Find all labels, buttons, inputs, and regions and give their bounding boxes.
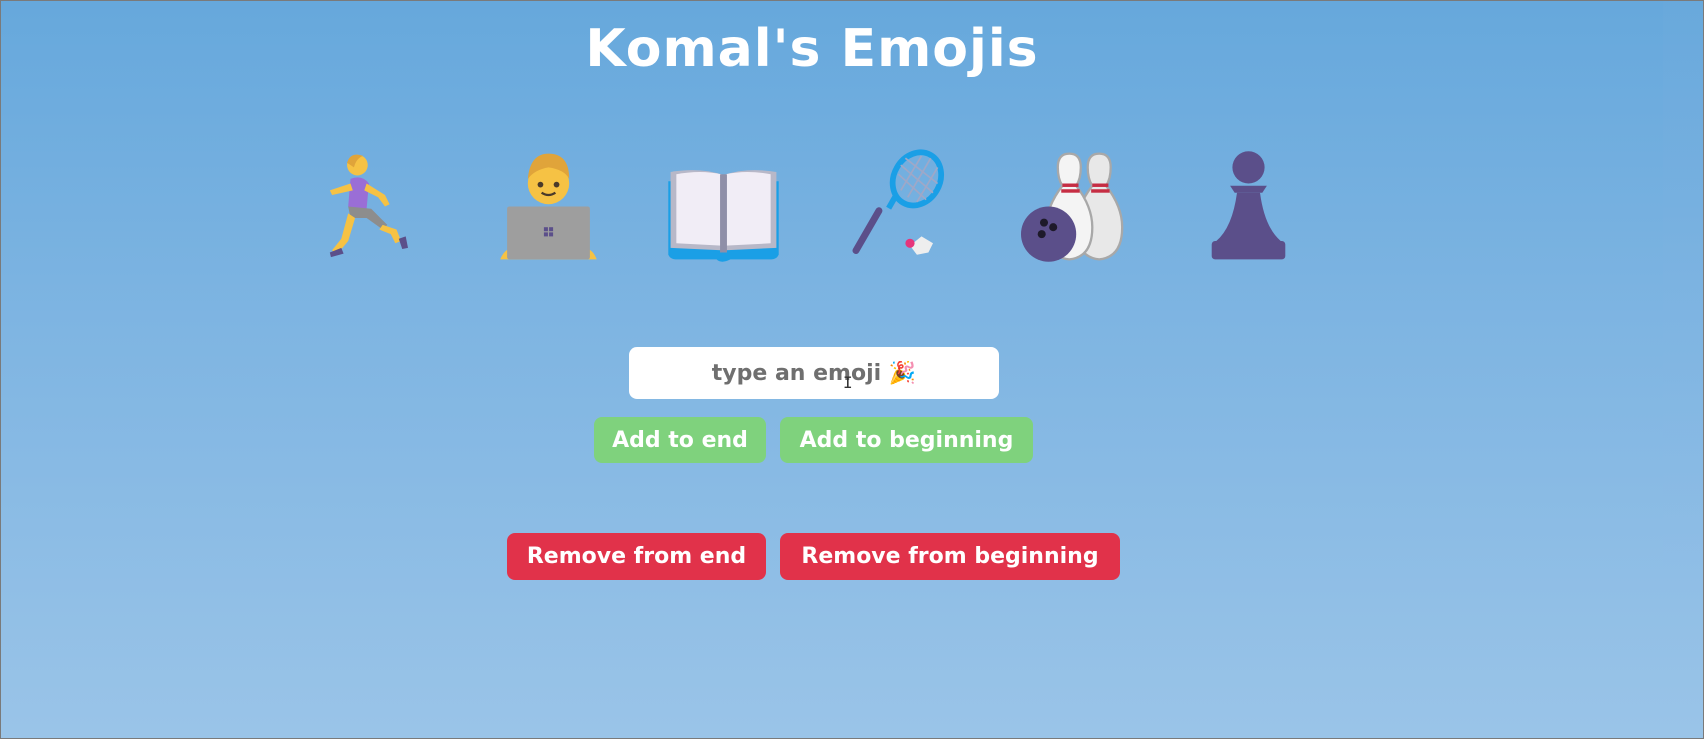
page-title: Komal's Emojis (585, 19, 1039, 79)
bowling-icon (1021, 149, 1136, 264)
emoji-input[interactable] (629, 347, 999, 399)
remove-from-beginning-button[interactable]: Remove from beginning (780, 533, 1120, 580)
background-strip (1663, 1, 1703, 566)
text-cursor-icon: I (843, 375, 853, 391)
man-technologist-icon (491, 149, 606, 264)
open-book-icon (666, 149, 781, 264)
emoji-list (301, 149, 1301, 264)
remove-from-end-button[interactable]: Remove from end (507, 533, 766, 580)
woman-running-icon (316, 149, 431, 264)
badminton-icon (841, 149, 956, 264)
add-to-beginning-button[interactable]: Add to beginning (780, 417, 1033, 463)
add-to-end-button[interactable]: Add to end (594, 417, 766, 463)
chess-pawn-icon (1191, 149, 1306, 264)
